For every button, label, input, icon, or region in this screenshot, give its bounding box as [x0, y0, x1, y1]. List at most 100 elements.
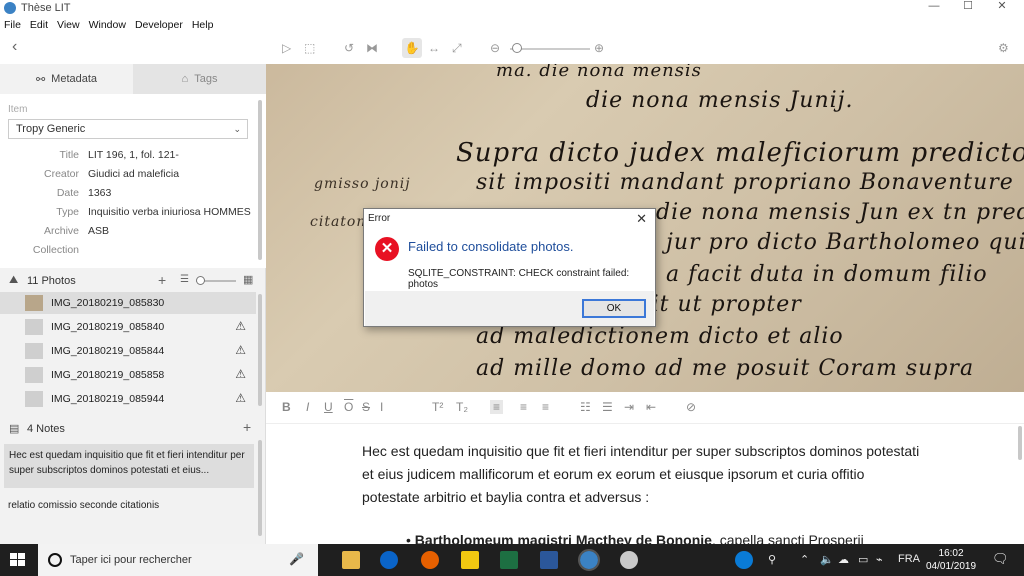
field-value[interactable]: ASB: [88, 225, 109, 237]
outdent-icon[interactable]: ⇤: [646, 400, 656, 414]
field-value[interactable]: 1363: [88, 187, 111, 199]
zoom-slider[interactable]: [510, 48, 590, 50]
menu-edit[interactable]: Edit: [30, 19, 48, 31]
note-editor[interactable]: Hec est quedam inquisitio que fit et fie…: [266, 424, 1024, 544]
numbered-list-icon[interactable]: ☰: [602, 400, 613, 414]
mirror-icon[interactable]: ⧓: [366, 41, 378, 55]
field-value[interactable]: Giudici ad maleficia: [88, 168, 179, 180]
note-paragraph[interactable]: Hec est quedam inquisitio que fit et fie…: [362, 440, 922, 509]
photos-scrollbar[interactable]: [258, 294, 262, 406]
template-select[interactable]: Tropy Generic ⌄: [8, 119, 248, 139]
select-arrow-icon[interactable]: ▷: [282, 41, 291, 55]
photo-row[interactable]: IMG_20180219_085830: [0, 292, 256, 314]
pan-hand-icon[interactable]: ✋: [402, 38, 422, 58]
bullet-bold-text: Bartholomeum magistri Macthey de Bononie: [414, 532, 712, 544]
tropy-taskbar-icon[interactable]: [578, 549, 600, 571]
slider-handle[interactable]: [196, 276, 205, 285]
superscript-icon[interactable]: T²: [432, 400, 443, 414]
ok-button[interactable]: OK: [582, 299, 646, 318]
bold-icon[interactable]: B: [282, 400, 291, 414]
bullet-list-icon[interactable]: ☷: [580, 400, 591, 414]
dialog-message: SQLITE_CONSTRAINT: CHECK constraint fail…: [408, 268, 630, 290]
zoom-in-icon[interactable]: ⊕: [594, 41, 604, 55]
zoom-out-icon[interactable]: ⊖: [490, 41, 500, 55]
field-archive[interactable]: Archive ASB: [0, 225, 266, 243]
excel-icon[interactable]: [500, 551, 518, 569]
field-type[interactable]: Type Inquisitio verba iniuriosa HOMMES: [0, 206, 266, 224]
tray-chevron-icon[interactable]: ⌃: [800, 553, 809, 566]
field-title[interactable]: Title LIT 196, 1, fol. 121-: [0, 149, 266, 167]
align-left-icon[interactable]: ≡: [490, 400, 504, 414]
editor-scrollbar[interactable]: [1018, 426, 1022, 460]
zoom-slider-handle[interactable]: [512, 43, 522, 53]
note-bullet-item[interactable]: • Bartholomeum magistri Macthey de Bonon…: [406, 532, 864, 544]
fullscreen-icon[interactable]: ⤢: [452, 41, 462, 56]
add-note-icon[interactable]: +: [243, 419, 251, 435]
photo-row[interactable]: IMG_20180219_085858 ⚠: [0, 364, 256, 386]
volume-icon[interactable]: 🔈: [820, 553, 834, 566]
network-icon[interactable]: ⌁: [876, 553, 883, 566]
menu-help[interactable]: Help: [192, 19, 214, 31]
align-right-icon[interactable]: ≡: [542, 400, 549, 414]
fit-width-icon[interactable]: ↔: [428, 41, 440, 55]
file-explorer-icon[interactable]: [342, 551, 360, 569]
help-icon[interactable]: [735, 551, 753, 569]
warning-icon: ⚠: [235, 319, 246, 333]
align-center-icon[interactable]: ≡: [520, 400, 527, 414]
italic-icon[interactable]: I: [306, 400, 309, 414]
menu-file[interactable]: File: [4, 19, 21, 31]
note-item[interactable]: relatio comissio seconde citationis: [8, 500, 159, 511]
field-value[interactable]: Inquisitio verba iniuriosa HOMMES: [88, 206, 251, 218]
dialog-close-icon[interactable]: ✕: [636, 211, 647, 227]
subscript-icon[interactable]: T₂: [456, 400, 468, 414]
grid-view-icon[interactable]: ▦: [243, 273, 253, 286]
photo-row[interactable]: IMG_20180219_085844 ⚠: [0, 340, 256, 362]
adjustments-icon[interactable]: ⚙: [998, 41, 1009, 55]
indent-icon[interactable]: ⇥: [624, 400, 634, 414]
back-arrow-icon[interactable]: ‹: [12, 38, 17, 56]
field-value[interactable]: LIT 196, 1, fol. 121-: [88, 149, 179, 161]
mail-app-icon[interactable]: [380, 551, 398, 569]
underline-icon[interactable]: U: [324, 400, 333, 414]
battery-icon[interactable]: ▭: [858, 553, 868, 566]
tab-metadata[interactable]: ⚯ Metadata: [0, 64, 133, 94]
bullet-text: , capella sancti Prosperii: [711, 532, 864, 544]
overline-icon[interactable]: O: [344, 400, 353, 414]
clear-format-icon[interactable]: I: [380, 400, 383, 414]
tab-tags[interactable]: ⌂ Tags: [133, 64, 266, 94]
strikethrough-icon[interactable]: S: [362, 400, 370, 414]
people-icon[interactable]: ⚲: [768, 553, 776, 566]
menu-window[interactable]: Window: [89, 19, 126, 31]
sticky-notes-icon[interactable]: [461, 551, 479, 569]
add-photo-icon[interactable]: +: [158, 272, 166, 288]
metadata-scrollbar[interactable]: [258, 100, 262, 260]
clock-date: 04/01/2019: [926, 561, 977, 572]
notes-scrollbar[interactable]: [258, 440, 262, 536]
menu-view[interactable]: View: [57, 19, 80, 31]
minimize-button[interactable]: —: [916, 0, 952, 14]
rotate-left-icon[interactable]: ↺: [344, 41, 354, 55]
field-date[interactable]: Date 1363: [0, 187, 266, 205]
firefox-icon[interactable]: [421, 551, 439, 569]
link-icon[interactable]: ⊘: [686, 400, 696, 414]
note-item[interactable]: Hec est quedam inquisitio que fit et fie…: [4, 444, 254, 488]
cloud-icon[interactable]: ☁: [838, 553, 849, 566]
language-indicator[interactable]: FRA: [898, 553, 920, 565]
handwriting-line: Supra dicto judex maleficiorum predictor…: [456, 138, 1024, 168]
paint-icon[interactable]: [620, 551, 638, 569]
field-collection[interactable]: Collection: [0, 244, 266, 262]
maximize-button[interactable]: ☐: [950, 0, 986, 14]
photo-row[interactable]: IMG_20180219_085944 ⚠: [0, 388, 256, 410]
word-icon[interactable]: [540, 551, 558, 569]
close-window-button[interactable]: ✕: [984, 0, 1020, 14]
crop-selection-icon[interactable]: ⬚: [304, 41, 315, 55]
microphone-icon[interactable]: 🎤: [289, 552, 304, 566]
windows-start-icon[interactable]: [10, 553, 26, 567]
field-creator[interactable]: Creator Giudici ad maleficia: [0, 168, 266, 186]
taskbar-clock[interactable]: 16:02 04/01/2019: [926, 547, 976, 573]
notifications-icon[interactable]: 🗨: [992, 551, 1009, 567]
photo-row[interactable]: IMG_20180219_085840 ⚠: [0, 316, 256, 338]
menu-developer[interactable]: Developer: [135, 19, 183, 31]
taskbar-search[interactable]: Taper ici pour rechercher 🎤: [38, 544, 318, 576]
list-view-icon[interactable]: ☰: [180, 274, 189, 285]
